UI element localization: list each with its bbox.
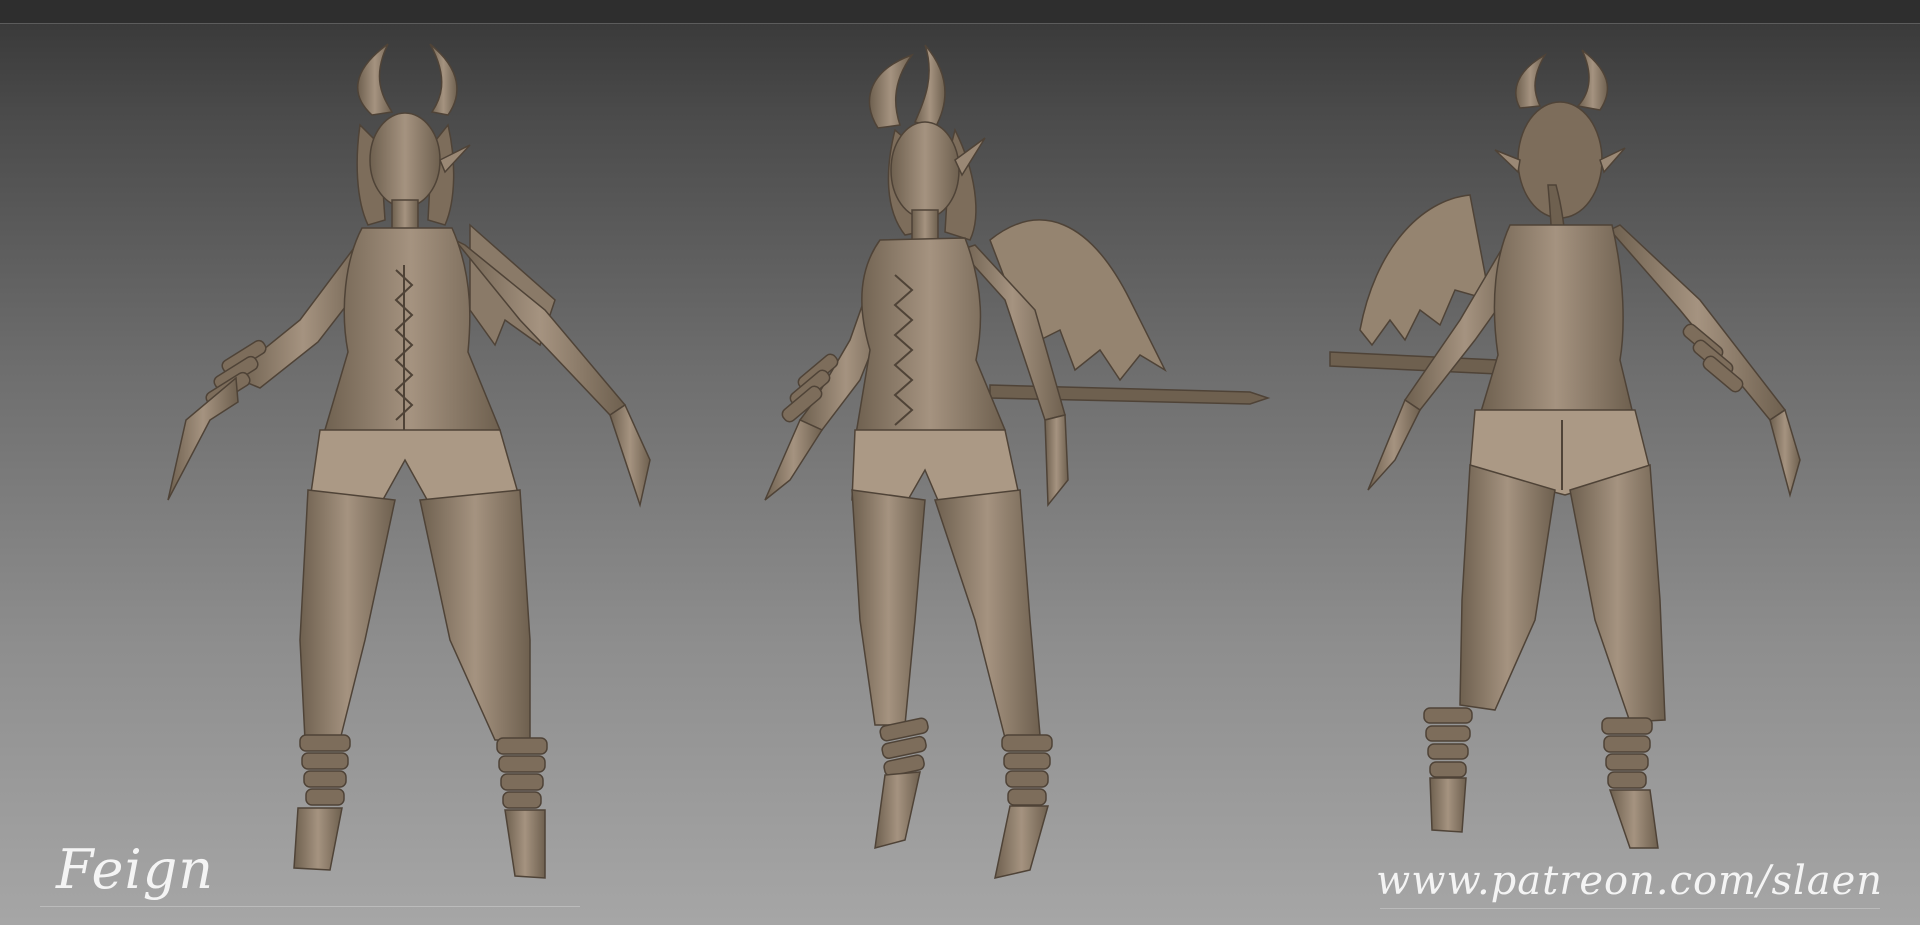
- sculpt-render-views: [167, 43, 1801, 879]
- back-view-figure: [1329, 49, 1801, 849]
- front-view-figure: [167, 43, 651, 879]
- patreon-url-caption: www.patreon.com/slaen: [1376, 858, 1884, 904]
- character-name-caption: Feign: [56, 838, 215, 901]
- name-underline: [40, 906, 580, 907]
- render-viewport: Feign www.patreon.com/slaen: [0, 0, 1920, 925]
- three-quarter-view-figure: [764, 44, 1271, 879]
- url-underline: [1380, 908, 1880, 909]
